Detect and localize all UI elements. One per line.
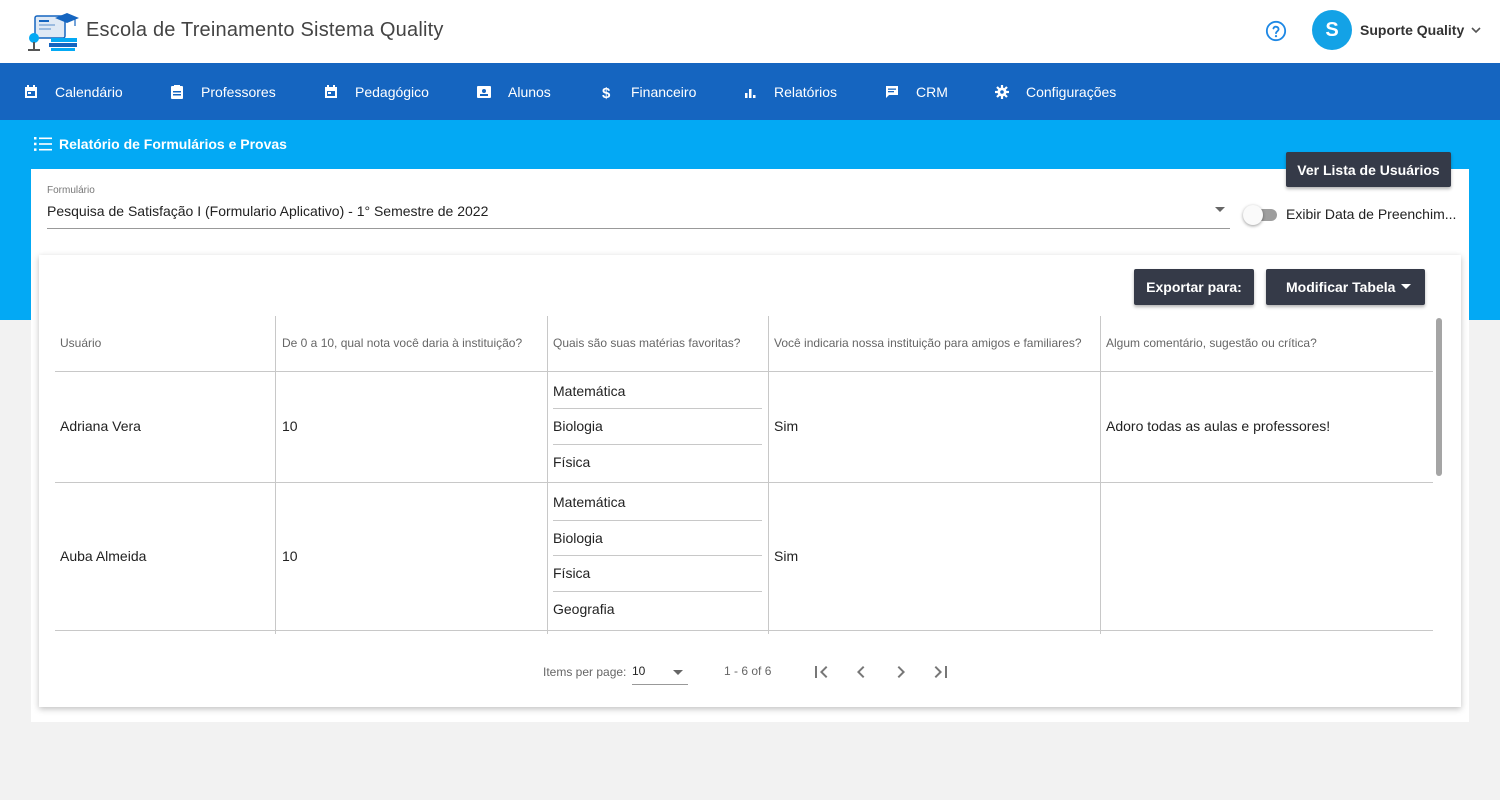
row-divider xyxy=(55,482,1433,483)
column-header-subjects[interactable]: Quais são suas matérias favoritas? xyxy=(553,336,740,350)
dropdown-arrow-icon[interactable] xyxy=(1215,207,1225,212)
column-header-score[interactable]: De 0 a 10, qual nota você daria à instit… xyxy=(282,336,522,350)
chevron-down-icon[interactable] xyxy=(1470,24,1482,36)
column-header-recommend[interactable]: Você indicaria nossa instituição para am… xyxy=(774,336,1082,350)
school-logo-icon xyxy=(28,13,79,51)
chevron-left-icon xyxy=(857,666,865,678)
header-divider xyxy=(55,371,1433,372)
dollar-icon: $ xyxy=(602,85,611,100)
app-title: Escola de Treinamento Sistema Quality xyxy=(86,19,444,41)
cell-subject: Física xyxy=(553,454,591,470)
cell-comment: Adoro todas as aulas e professores! xyxy=(1106,418,1331,434)
subject-divider xyxy=(553,408,762,409)
dropdown-arrow-icon[interactable] xyxy=(673,670,683,675)
nav-item-alunos[interactable]: Alunos xyxy=(476,63,551,120)
cell-score: 10 xyxy=(282,418,298,434)
cell-subject: Biologia xyxy=(553,418,603,434)
show-fill-date-toggle[interactable] xyxy=(1243,205,1279,225)
items-per-page-label: Items per page: xyxy=(543,665,627,679)
first-page-button[interactable] xyxy=(809,660,833,684)
chevron-right-icon xyxy=(897,666,905,678)
cell-score: 10 xyxy=(282,548,298,564)
toggle-knob xyxy=(1243,205,1263,225)
cell-user: Adriana Vera xyxy=(60,418,141,434)
nav-item-pedagogico[interactable]: Pedagógico xyxy=(323,63,429,120)
subject-divider xyxy=(553,555,762,556)
column-header-comment[interactable]: Algum comentário, sugestão ou crítica? xyxy=(1106,336,1317,350)
column-divider xyxy=(1100,316,1101,634)
nav-label: Pedagógico xyxy=(355,83,429,100)
help-circle-icon[interactable] xyxy=(1265,20,1287,42)
nav-label: Relatórios xyxy=(774,83,838,100)
cell-user: Auba Almeida xyxy=(60,548,147,564)
cell-subject: Biologia xyxy=(553,530,603,546)
next-page-button[interactable] xyxy=(889,660,913,684)
row-divider xyxy=(55,630,1433,631)
cell-subject: Física xyxy=(553,565,591,581)
modify-table-button[interactable]: Modificar Tabela xyxy=(1266,269,1425,305)
nav-label: Financeiro xyxy=(631,83,697,100)
show-fill-date-label: Exibir Data de Preenchim... xyxy=(1286,206,1457,222)
nav-label: Calendário xyxy=(55,83,123,100)
cell-subject: Geografia xyxy=(553,601,615,617)
nav-item-relatorios[interactable]: Relatórios xyxy=(742,63,837,120)
nav-item-configuracoes[interactable]: Configurações xyxy=(994,63,1116,120)
first-page-icon xyxy=(815,666,828,678)
subject-divider xyxy=(553,444,762,445)
previous-page-button[interactable] xyxy=(849,660,873,684)
clipboard-icon xyxy=(171,84,183,99)
subject-divider xyxy=(553,520,762,521)
nav-label: Configurações xyxy=(1026,83,1117,100)
subject-divider xyxy=(553,591,762,592)
cell-subject: Matemática xyxy=(553,383,626,399)
main-nav: Calendário Professores Pedagógico Alunos… xyxy=(0,63,1500,120)
list-icon xyxy=(34,137,52,151)
cell-subject: Matemática xyxy=(553,494,626,510)
page-title-text: Relatório de Formulários e Provas xyxy=(59,136,287,152)
column-header-user[interactable]: Usuário xyxy=(60,336,101,350)
form-field-label: Formulário xyxy=(47,185,95,196)
top-bar: Escola de Treinamento Sistema Quality S … xyxy=(0,0,1500,63)
nav-item-crm[interactable]: CRM xyxy=(884,63,948,120)
cell-recommend: Sim xyxy=(774,418,799,434)
user-list-button[interactable]: Ver Lista de Usuários xyxy=(1286,152,1451,187)
column-divider xyxy=(275,316,276,634)
nav-item-calendario[interactable]: Calendário xyxy=(23,63,123,120)
calendar-icon xyxy=(325,84,337,98)
nav-label: Alunos xyxy=(508,83,551,100)
modify-table-label: Modificar Tabela xyxy=(1286,279,1396,295)
svg-text:$: $ xyxy=(602,85,611,100)
user-avatar[interactable]: S xyxy=(1312,10,1352,50)
page-size-select[interactable]: 10 xyxy=(632,664,645,678)
nav-item-professores[interactable]: Professores xyxy=(169,63,276,120)
cell-recommend: Sim xyxy=(774,548,799,564)
column-divider xyxy=(768,316,769,634)
gear-icon xyxy=(995,84,1009,99)
nav-item-financeiro[interactable]: $ Financeiro xyxy=(599,63,696,120)
responses-table: Usuário De 0 a 10, qual nota você daria … xyxy=(55,316,1433,634)
calendar-icon xyxy=(25,84,37,98)
form-select-underline xyxy=(47,228,1230,229)
page-title: Relatório de Formulários e Provas xyxy=(33,134,287,154)
nav-label: CRM xyxy=(916,83,948,100)
caret-down-icon xyxy=(1401,284,1411,289)
page-size-underline xyxy=(632,684,688,685)
last-page-icon xyxy=(934,666,947,678)
bar-chart-icon xyxy=(745,88,756,98)
export-button[interactable]: Exportar para: xyxy=(1134,269,1254,305)
form-select[interactable]: Pesquisa de Satisfação I (Formulario Apl… xyxy=(47,203,488,219)
last-page-button[interactable] xyxy=(929,660,953,684)
message-icon xyxy=(886,85,898,98)
user-name[interactable]: Suporte Quality xyxy=(1360,22,1464,38)
contact-card-icon xyxy=(477,85,491,98)
page-range-label: 1 - 6 of 6 xyxy=(724,664,772,678)
column-divider xyxy=(547,316,548,634)
nav-label: Professores xyxy=(201,83,276,100)
table-scrollbar[interactable] xyxy=(1436,318,1442,476)
